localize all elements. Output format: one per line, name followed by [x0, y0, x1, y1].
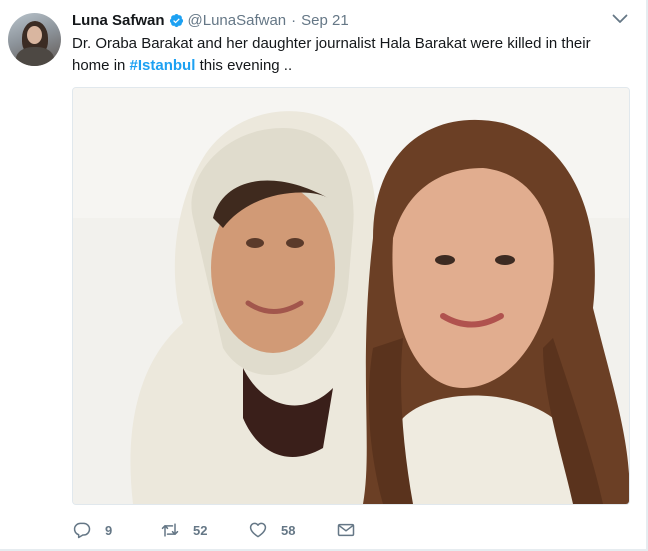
reply-button[interactable]: 9 — [72, 520, 160, 540]
tweet-timestamp[interactable]: Sep 21 — [301, 12, 349, 29]
retweet-count: 52 — [193, 522, 208, 538]
avatar[interactable] — [8, 13, 61, 66]
envelope-icon — [337, 523, 355, 537]
like-count: 58 — [281, 522, 296, 538]
like-button[interactable]: 58 — [248, 520, 336, 540]
tweet: Luna Safwan @LunaSafwan · Sep 21 Dr. Ora… — [0, 0, 648, 551]
tweet-actions: 9 52 58 — [72, 519, 356, 541]
header-separator: · — [291, 11, 297, 29]
reply-count: 9 — [105, 522, 113, 538]
verified-badge-icon — [169, 13, 183, 27]
avatar-body — [16, 47, 54, 66]
retweet-button[interactable]: 52 — [160, 520, 248, 540]
reply-icon — [73, 522, 91, 539]
heart-icon — [249, 522, 267, 538]
hashtag-link[interactable]: #Istanbul — [130, 57, 196, 74]
message-button[interactable] — [336, 520, 356, 540]
author-handle[interactable]: @LunaSafwan — [188, 12, 287, 29]
avatar-face — [27, 26, 42, 44]
tweet-text: Dr. Oraba Barakat and her daughter journ… — [72, 33, 632, 77]
tweet-text-part2: this evening .. — [195, 57, 293, 74]
author-name[interactable]: Luna Safwan — [72, 12, 165, 29]
retweet-icon — [161, 523, 179, 537]
chevron-down-icon[interactable] — [612, 12, 628, 26]
tweet-photo[interactable] — [72, 87, 630, 505]
photo-illustration — [73, 88, 629, 504]
tweet-header: Luna Safwan @LunaSafwan · Sep 21 — [72, 10, 349, 30]
